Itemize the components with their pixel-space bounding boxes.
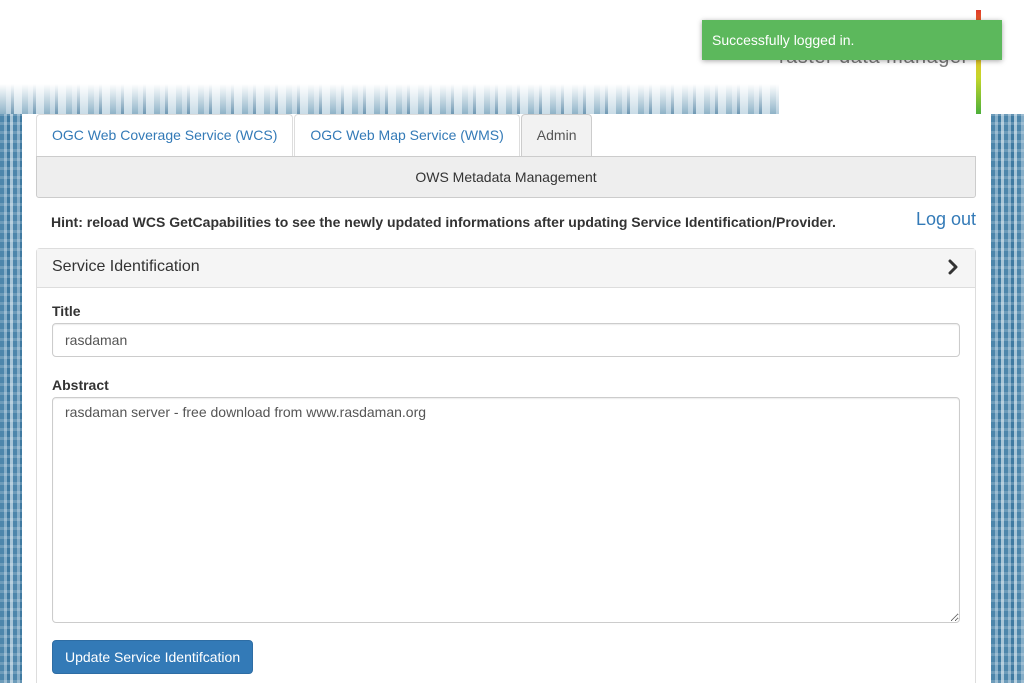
title-input[interactable] <box>52 323 960 357</box>
tab-admin[interactable]: Admin <box>520 114 593 156</box>
hint-text: Hint: reload WCS GetCapabilities to see … <box>51 214 836 230</box>
panel-title: Service Identification <box>52 258 200 275</box>
abstract-label: Abstract <box>52 377 109 393</box>
chevron-right-icon[interactable] <box>945 259 961 275</box>
panel-heading[interactable]: Service Identification <box>37 249 975 288</box>
background-pattern-right <box>991 114 1024 683</box>
tab-wms[interactable]: OGC Web Map Service (WMS) <box>294 114 520 156</box>
background-pattern-left <box>0 114 22 683</box>
abstract-textarea[interactable]: rasdaman server - free download from www… <box>52 397 960 623</box>
service-identification-panel: Service Identification Title Abstract ra… <box>36 248 976 683</box>
title-label: Title <box>52 303 81 319</box>
toast-notification: Successfully logged in. <box>702 20 1002 60</box>
page: raster data manager OGC Web Coverage Ser… <box>0 0 1024 683</box>
subnav-ows-metadata[interactable]: OWS Metadata Management <box>36 156 976 198</box>
banner-decoration <box>0 84 780 114</box>
update-service-identification-button[interactable]: Update Service Identifcation <box>52 640 254 674</box>
tab-wcs[interactable]: OGC Web Coverage Service (WCS) <box>36 114 294 156</box>
main-content: OGC Web Coverage Service (WCS) OGC Web M… <box>22 114 991 683</box>
logout-link[interactable]: Log out <box>916 209 976 230</box>
tab-bar: OGC Web Coverage Service (WCS) OGC Web M… <box>36 114 593 156</box>
